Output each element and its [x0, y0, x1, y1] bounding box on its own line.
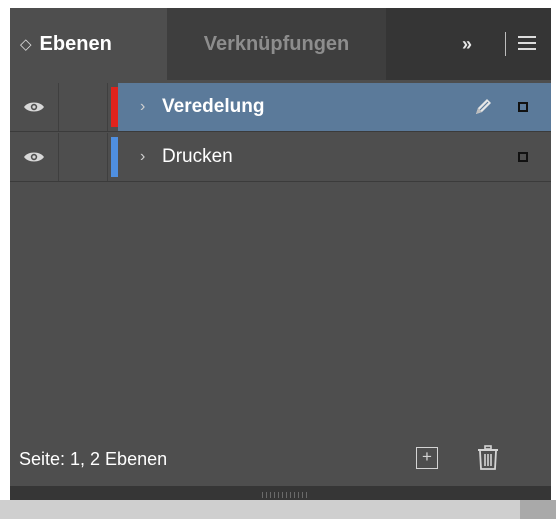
- tab-separator: [505, 32, 506, 56]
- eye-icon: [24, 102, 44, 112]
- lock-toggle[interactable]: [58, 133, 108, 181]
- visibility-toggle[interactable]: [10, 83, 58, 131]
- row-divider: [10, 131, 551, 132]
- trash-icon[interactable]: [476, 445, 500, 471]
- layer-row[interactable]: › Veredelung: [10, 83, 551, 131]
- scrollbar-thumb[interactable]: [520, 500, 556, 519]
- tab-verknuepfungen-label: Verknüpfungen: [203, 32, 350, 55]
- layer-color-swatch: [111, 87, 118, 127]
- more-panels-icon[interactable]: ››: [454, 32, 478, 56]
- expand-chevron-icon[interactable]: ›: [140, 133, 145, 181]
- visibility-toggle[interactable]: [10, 133, 58, 181]
- panel-footer: Seite: 1, 2 Ebenen +: [10, 433, 551, 485]
- layer-name[interactable]: Drucken: [162, 133, 233, 181]
- updown-arrows-icon: ◇: [20, 36, 32, 53]
- tab-ebenen[interactable]: ◇ Ebenen: [10, 8, 167, 80]
- grip-icon: [262, 492, 308, 498]
- layers-panel: ◇ Ebenen Verknüpfungen ›› › Veredelung ›…: [10, 8, 551, 508]
- layer-color-swatch: [111, 137, 118, 177]
- lock-toggle[interactable]: [58, 83, 108, 131]
- plus-box-icon[interactable]: +: [416, 447, 438, 469]
- tab-bar: ◇ Ebenen Verknüpfungen ››: [10, 8, 551, 80]
- pen-icon: [476, 99, 491, 114]
- layer-name[interactable]: Veredelung: [162, 83, 264, 131]
- selection-square[interactable]: [518, 152, 528, 162]
- tab-verknuepfungen[interactable]: Verknüpfungen: [167, 8, 386, 80]
- status-text: Seite: 1, 2 Ebenen: [19, 449, 168, 469]
- eye-icon: [24, 152, 44, 162]
- panel-menu-icon[interactable]: [518, 36, 536, 52]
- scrollbar-strip: [0, 500, 556, 519]
- selection-square[interactable]: [518, 102, 528, 112]
- row-divider: [10, 181, 551, 182]
- tab-ebenen-label: Ebenen: [39, 32, 112, 55]
- layer-row[interactable]: › Drucken: [10, 133, 551, 181]
- expand-chevron-icon[interactable]: ›: [140, 83, 145, 131]
